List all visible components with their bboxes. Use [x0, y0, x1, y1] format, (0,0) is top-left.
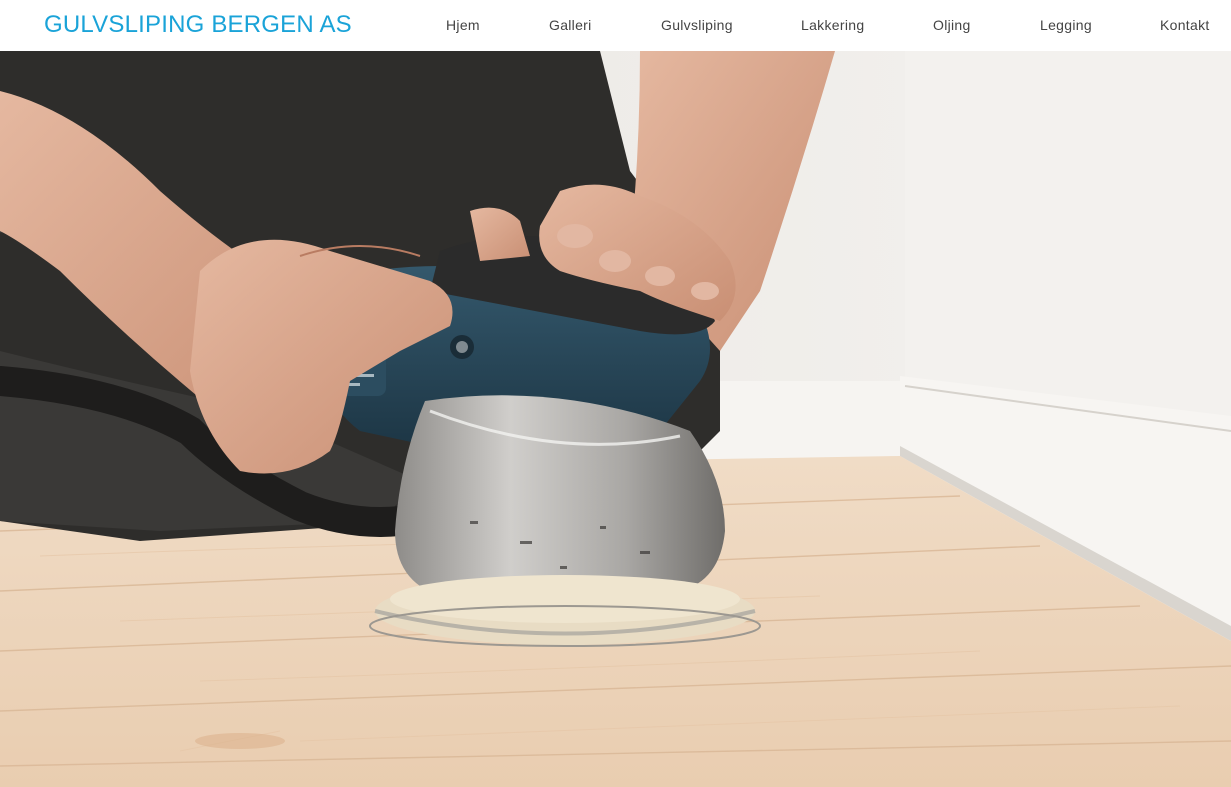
baseboard-back — [700, 381, 905, 461]
nav-item-oljing[interactable]: Oljing — [933, 17, 971, 33]
nav-item-lakkering[interactable]: Lakkering — [801, 17, 864, 33]
hero-photo-illustration: CH — [0, 51, 1231, 787]
site-header: GULVSLIPING BERGEN AS Hjem Galleri Gulvs… — [0, 0, 1231, 51]
nav-item-hjem[interactable]: Hjem — [446, 17, 480, 33]
nav-item-kontakt[interactable]: Kontakt — [1160, 17, 1210, 33]
nav-item-legging[interactable]: Legging — [1040, 17, 1092, 33]
brand-logo-link[interactable]: GULVSLIPING BERGEN AS — [44, 11, 352, 39]
hero-image: CH — [0, 51, 1231, 787]
nav-item-gulvsliping[interactable]: Gulvsliping — [661, 17, 733, 33]
right-wall — [905, 51, 1231, 431]
nav-item-galleri[interactable]: Galleri — [549, 17, 592, 33]
